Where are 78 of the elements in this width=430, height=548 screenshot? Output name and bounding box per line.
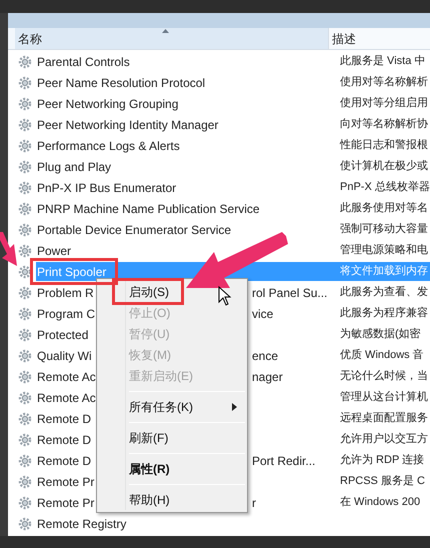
service-description: 使计算机在极少或 xyxy=(340,159,428,174)
gear-icon xyxy=(18,264,32,278)
service-description: PnP-X 总线枚举器 xyxy=(340,180,430,196)
service-name[interactable]: Remote Ac xyxy=(36,388,97,407)
service-description: 允许为 RDP 连接 xyxy=(340,452,424,468)
service-name[interactable]: Protected xyxy=(36,325,90,344)
gear-icon xyxy=(18,222,32,236)
cursor-icon xyxy=(218,286,232,306)
column-header[interactable]: 名称 xyxy=(15,28,329,49)
gear-icon xyxy=(18,76,32,90)
service-description: 将文件加载到内存 xyxy=(340,264,428,280)
menu-item[interactable]: 帮助(H) xyxy=(97,489,247,510)
service-name[interactable]: PnP-X IP Bus Enumerator xyxy=(36,178,178,197)
gear-icon xyxy=(18,348,32,362)
sort-arrow-icon xyxy=(162,29,169,33)
menu-item[interactable]: 刷新(F) xyxy=(97,427,247,448)
gear-icon xyxy=(18,306,32,320)
service-name[interactable]: Remote D xyxy=(36,409,92,428)
gear-icon xyxy=(18,96,32,110)
service-description: 向对等名称解析协 xyxy=(340,117,428,132)
gear-icon xyxy=(18,432,32,446)
service-name[interactable]: Parental Controls xyxy=(36,52,131,71)
gear-icon xyxy=(18,138,32,152)
service-name: Port Redir... xyxy=(252,452,316,470)
gear-icon xyxy=(18,412,32,426)
column-header[interactable]: 描述 xyxy=(329,28,430,49)
service-description: 强制可移动大容量 xyxy=(340,222,428,238)
service-description: 管理电源策略和电 xyxy=(340,243,428,258)
service-name[interactable]: Peer Networking Grouping xyxy=(36,94,180,113)
service-description: 优质 Windows 音 xyxy=(340,348,424,364)
service-name[interactable]: Portable Device Enumerator Service xyxy=(36,220,232,239)
service-name[interactable]: Remote Registry xyxy=(36,514,128,533)
gear-icon xyxy=(18,370,32,384)
arrow-drawing xyxy=(0,232,17,268)
service-description: 为敏感数据(如密 xyxy=(340,326,421,342)
highlight-frame xyxy=(112,278,184,305)
service-description: 此服务为程序兼容 xyxy=(340,306,428,322)
menu-item[interactable]: 属性(R) xyxy=(97,458,247,479)
gear-icon xyxy=(18,54,32,68)
service-name: vice xyxy=(252,306,274,322)
gear-icon xyxy=(18,454,32,468)
gear-icon xyxy=(18,474,32,488)
service-description: 使用对等名称解析 xyxy=(340,75,428,90)
service-name: r xyxy=(252,494,256,512)
service-name[interactable]: Remote D xyxy=(36,430,92,449)
service-description: 使用对等分组启用 xyxy=(340,96,428,112)
service-name: ence xyxy=(252,348,278,364)
service-description: 远程桌面配置服务 xyxy=(340,410,428,426)
service-description: 管理从这台计算机 xyxy=(340,390,428,406)
gear-icon xyxy=(18,202,32,216)
service-description: 此服务是 Vista 中 xyxy=(340,54,426,70)
service-name[interactable]: Remote Pr xyxy=(36,472,96,491)
gear-icon xyxy=(18,244,32,258)
service-name[interactable]: PNRP Machine Name Publication Service xyxy=(36,199,261,218)
service-name[interactable]: Performance Logs & Alerts xyxy=(36,136,181,155)
service-name[interactable]: Peer Name Resolution Protocol xyxy=(36,73,206,92)
gear-icon xyxy=(18,160,32,174)
menu-item[interactable]: 所有任务(K) xyxy=(97,396,247,417)
service-description: 在 Windows 200 xyxy=(340,495,420,510)
gear-icon xyxy=(18,286,32,300)
service-description: 允许用户以交互方 xyxy=(340,432,428,448)
service-name[interactable]: Plug and Play xyxy=(36,157,112,176)
gear-icon xyxy=(18,328,32,342)
gear-icon xyxy=(18,390,32,404)
service-description: 此服务为查看、发 xyxy=(340,285,428,300)
gear-icon xyxy=(18,516,32,530)
service-description: 无论什么时候，当 xyxy=(340,369,428,384)
gear-icon xyxy=(18,180,32,194)
submenu-arrow-icon xyxy=(232,402,237,410)
gear-icon xyxy=(18,118,32,132)
service-name: rol Panel Su... xyxy=(252,284,328,302)
service-description: 此服务使用对等名 xyxy=(340,201,428,216)
service-name: nager xyxy=(252,368,283,386)
gear-icon xyxy=(18,496,32,510)
service-name[interactable]: Power xyxy=(36,241,72,260)
service-name[interactable]: Peer Networking Identity Manager xyxy=(36,115,220,134)
service-description: RPCSS 服务是 C xyxy=(340,474,425,490)
service-description: 性能日志和警报根 xyxy=(340,138,428,154)
